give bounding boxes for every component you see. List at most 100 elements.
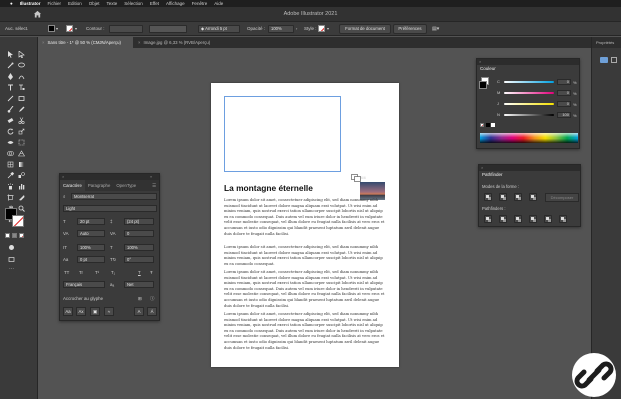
channel-m-field[interactable]: 0 [557, 90, 571, 96]
unite-icon[interactable] [484, 193, 492, 201]
collapse-icon[interactable]: « [150, 174, 152, 179]
language-select[interactable]: Français [63, 281, 105, 288]
tab-image[interactable]: × Image.jpg @ 6,33 % (RVB/Aperçu) [134, 37, 226, 48]
trim-icon[interactable] [499, 215, 507, 223]
stroke-color-indicator[interactable] [12, 215, 24, 227]
minus-back-icon[interactable] [559, 215, 567, 223]
kerning-field[interactable]: Auto [77, 230, 105, 237]
body-paragraph-1[interactable]: Lorem ipsum dolor sit amet, consectetuer… [224, 198, 386, 237]
eyedropper-icon[interactable] [7, 172, 14, 179]
style-swatch[interactable] [318, 25, 325, 32]
none-color-swatch[interactable] [480, 123, 484, 127]
opacity-arrow-icon[interactable]: › [296, 26, 297, 31]
menu-effet[interactable]: Effet [150, 1, 159, 6]
menu-app[interactable]: Illustrator [20, 1, 41, 6]
touch-type-icon[interactable] [18, 84, 25, 91]
apple-icon[interactable]: ● [10, 1, 13, 6]
panel-header[interactable]: × [479, 165, 580, 171]
channel-n-slider[interactable] [504, 114, 554, 116]
info-icon[interactable]: ⓘ [150, 296, 154, 302]
properties-tab[interactable]: Propriétés [592, 37, 621, 48]
close-icon[interactable]: × [481, 165, 483, 170]
perspective-grid-icon[interactable] [18, 150, 25, 157]
baseline-field[interactable]: 0 pt [77, 256, 105, 263]
minus-front-icon[interactable] [499, 193, 507, 201]
channel-c-slider[interactable] [504, 81, 554, 83]
eraser-icon[interactable] [7, 117, 14, 124]
color-mode-icon[interactable] [5, 233, 10, 238]
snap-xheight-icon[interactable]: Ax [76, 307, 86, 316]
panel-menu-icon[interactable]: ☰ [149, 180, 159, 191]
linked-image-icon[interactable] [351, 174, 361, 182]
leading-field[interactable]: (24 pt) [124, 218, 154, 225]
intersect-icon[interactable] [514, 193, 522, 201]
channel-c-field[interactable]: 0 [557, 79, 571, 85]
menu-affichage[interactable]: Affichage [166, 1, 185, 6]
slice-tool-icon[interactable] [18, 194, 25, 201]
tab-opentype[interactable]: OpenType [113, 180, 139, 191]
font-style-select[interactable]: Light [63, 205, 157, 212]
brush-select[interactable]: ◆ Arrondi 5 pt [198, 25, 240, 33]
menu-aide[interactable]: Aide [214, 1, 223, 6]
pen-tool-icon[interactable] [7, 73, 14, 80]
close-icon[interactable]: × [62, 174, 64, 179]
fill-swatch[interactable] [48, 25, 55, 32]
font-search-icon[interactable]: ⌕ [63, 194, 65, 199]
channel-j-slider[interactable] [504, 103, 554, 105]
scissors-icon[interactable] [18, 117, 25, 124]
snap-options-icon[interactable]: ⊞ [138, 296, 142, 302]
font-size-field[interactable]: 20 pt [77, 218, 105, 225]
close-icon[interactable]: × [138, 40, 141, 45]
menu-fenetre[interactable]: Fenêtre [192, 1, 208, 6]
gradient-tool-icon[interactable] [18, 161, 25, 168]
stroke-weight-field[interactable] [109, 25, 143, 33]
snap-proximity-icon[interactable]: ≈ [104, 307, 114, 316]
none-mode-icon[interactable] [19, 233, 24, 238]
stroke-dropdown-icon[interactable]: ▾ [75, 26, 77, 31]
font-family-select[interactable]: Montserrat [71, 193, 157, 200]
menu-texte[interactable]: Texte [107, 1, 118, 6]
body-paragraph-3[interactable]: Lorem ipsum dolor sit amet, consectetuer… [224, 270, 386, 309]
body-paragraph-4[interactable]: Lorem ipsum dolor sit amet, consectetuer… [224, 312, 386, 351]
rectangle-tool-icon[interactable] [18, 95, 25, 102]
char-rotation-field[interactable]: 0° [124, 256, 154, 263]
lasso-icon[interactable] [18, 62, 25, 69]
pathfinder-title[interactable]: Pathfinder [482, 172, 503, 177]
menu-fichier[interactable]: Fichier [47, 1, 61, 6]
opacity-field[interactable]: 100% [268, 25, 294, 33]
tab-sans-titre[interactable]: × Sans titre - 1* @ 50 % (CMJN/Aperçu) [38, 37, 133, 48]
free-transform-icon[interactable] [18, 139, 25, 146]
direct-selection-icon[interactable] [18, 51, 25, 58]
doc-format-button[interactable]: Format de document [339, 24, 391, 34]
divide-icon[interactable] [484, 215, 492, 223]
close-icon[interactable]: × [42, 40, 45, 45]
expand-button[interactable]: Décomposer [545, 193, 579, 202]
fill-dropdown-icon[interactable]: ▾ [56, 26, 58, 31]
drawing-mode-icon[interactable] [8, 244, 15, 251]
tab-caractere[interactable]: Caractère [60, 180, 85, 191]
stroke-swatch[interactable] [66, 25, 73, 32]
panel-header[interactable]: × [477, 59, 579, 65]
scale-tool-icon[interactable] [18, 128, 25, 135]
artboard-tool-icon[interactable] [7, 194, 14, 201]
close-icon[interactable]: × [479, 59, 481, 64]
symbol-sprayer-icon[interactable] [7, 183, 14, 190]
vertical-scale-field[interactable]: 100% [77, 244, 105, 251]
rotate-tool-icon[interactable] [7, 128, 14, 135]
arrange-icon[interactable]: ▤▾ [432, 26, 439, 32]
screen-mode-icon[interactable] [8, 256, 15, 263]
gradient-mode-icon[interactable] [12, 233, 17, 238]
strikethrough-button[interactable]: Ŧ [150, 270, 153, 275]
image-frame[interactable] [224, 96, 341, 172]
underline-button[interactable]: T [138, 270, 141, 275]
document-heading[interactable]: La montagne éternelle [224, 183, 313, 193]
zoom-tool-icon[interactable] [18, 205, 25, 212]
style-dropdown-icon[interactable]: ▾ [327, 26, 329, 31]
artboard[interactable]: La montagne éternelle Lorem ipsum dolor … [211, 83, 399, 367]
horizontal-scale-field[interactable]: 100% [124, 244, 154, 251]
superscript-button[interactable]: T¹ [95, 270, 99, 275]
line-tool-icon[interactable] [7, 95, 14, 102]
all-caps-button[interactable]: TT [64, 270, 69, 275]
graph-tool-icon[interactable] [18, 183, 25, 190]
subscript-button[interactable]: T₁ [111, 270, 115, 275]
